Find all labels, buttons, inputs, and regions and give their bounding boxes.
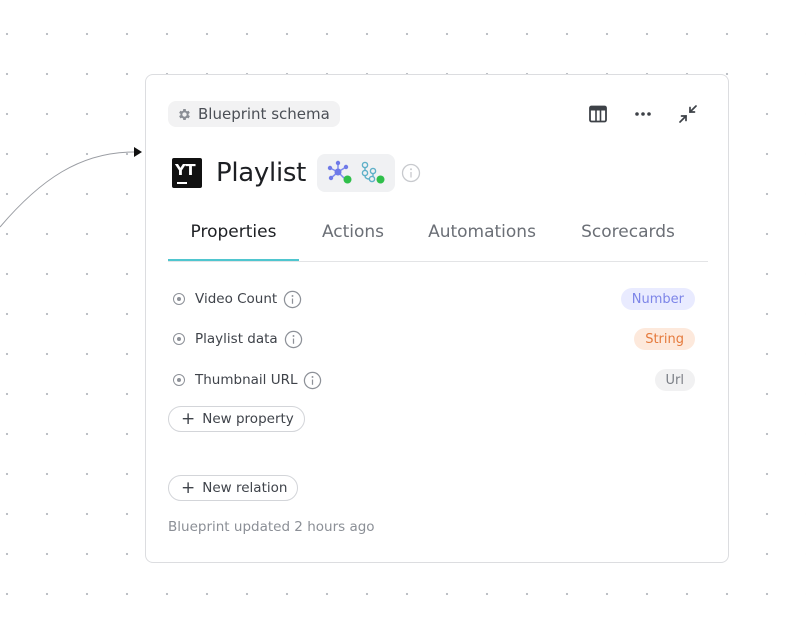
blueprint-info-icon[interactable] xyxy=(401,163,421,183)
info-icon[interactable] xyxy=(303,371,322,390)
property-label: Video Count xyxy=(195,291,278,307)
new-property-label: New property xyxy=(202,411,294,427)
info-icon[interactable] xyxy=(284,330,303,349)
blueprint-schema-chip[interactable]: Blueprint schema xyxy=(168,101,340,127)
gear-icon xyxy=(177,107,192,122)
ellipsis-icon xyxy=(634,111,652,117)
property-type-badge: String xyxy=(634,328,695,350)
edge-arrowhead-icon xyxy=(134,147,142,157)
plus-icon: + xyxy=(181,408,196,429)
blueprint-title: Playlist xyxy=(216,158,307,188)
tab-scorecards[interactable]: Scorecards xyxy=(569,221,687,260)
property-type-badge: Url xyxy=(654,369,695,391)
blueprint-tabs: Properties Actions Automations Scorecard… xyxy=(168,221,708,262)
property-type-badge: Number xyxy=(620,288,695,310)
tab-actions[interactable]: Actions xyxy=(310,221,396,260)
collapse-button[interactable] xyxy=(676,102,700,126)
property-radio-icon xyxy=(173,333,185,345)
tab-properties[interactable]: Properties xyxy=(168,221,299,261)
property-row[interactable]: Video Count Number xyxy=(173,286,695,312)
property-radio-icon xyxy=(173,374,185,386)
blueprint-card[interactable]: Blueprint schema YT Playlist Properties … xyxy=(145,74,729,563)
integration-badges[interactable] xyxy=(317,154,396,192)
blueprint-schema-label: Blueprint schema xyxy=(198,105,330,123)
relation-edge xyxy=(0,147,142,228)
property-label: Playlist data xyxy=(195,331,278,347)
plus-icon: + xyxy=(181,477,196,498)
graph-network-icon[interactable] xyxy=(326,160,354,186)
new-relation-button[interactable]: + New relation xyxy=(168,475,299,501)
logo-text: YT xyxy=(175,161,196,179)
youtube-logo-icon: YT xyxy=(172,158,202,188)
tab-automations[interactable]: Automations xyxy=(418,221,546,260)
collapse-arrows-icon xyxy=(678,104,698,124)
git-branch-icon[interactable] xyxy=(359,160,387,186)
blueprint-updated-text: Blueprint updated 2 hours ago xyxy=(168,519,375,535)
property-label: Thumbnail URL xyxy=(195,372,298,388)
property-row[interactable]: Playlist data String xyxy=(173,326,695,352)
blueprint-title-row: YT Playlist xyxy=(172,153,421,193)
new-property-button[interactable]: + New property xyxy=(168,406,305,432)
more-options-button[interactable] xyxy=(631,102,655,126)
new-relation-label: New relation xyxy=(202,480,288,496)
table-view-button[interactable] xyxy=(586,102,610,126)
table-icon xyxy=(589,105,607,123)
property-radio-icon xyxy=(173,293,185,305)
property-row[interactable]: Thumbnail URL Url xyxy=(173,367,695,393)
info-icon[interactable] xyxy=(283,290,302,309)
